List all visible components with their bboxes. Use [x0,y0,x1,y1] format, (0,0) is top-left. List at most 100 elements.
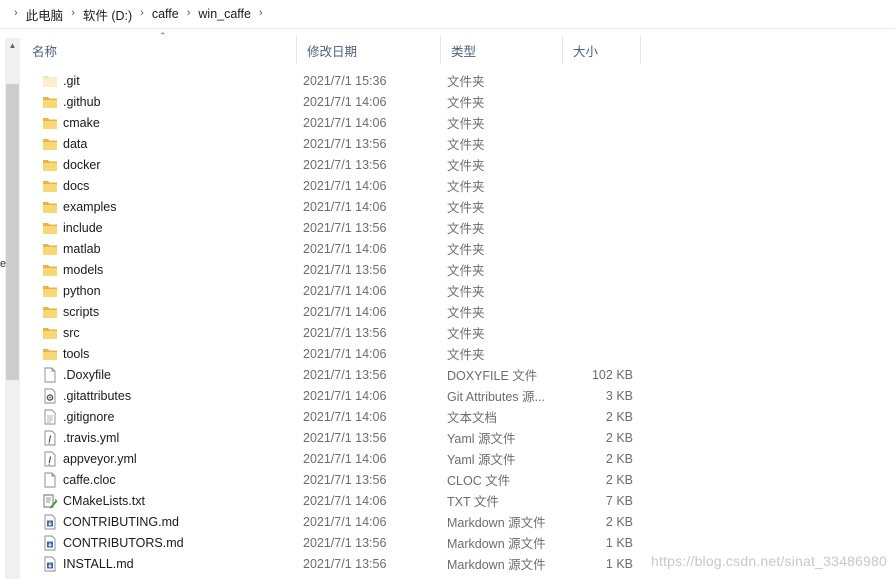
address-bar[interactable]: › 此电脑 › 软件 (D:) › caffe › win_caffe › [0,0,895,29]
file-size: 2 KB [605,430,633,445]
file-row[interactable]: CONTRIBUTING.md 2021/7/1 14:06 Markdown 源文… [22,511,633,532]
file-type: Markdown 源文件 [447,558,546,572]
file-row[interactable]: CONTRIBUTORS.md 2021/7/1 13:56 Markdown 源文… [22,532,633,553]
folder-icon [42,325,58,341]
file-name-cell: .travis.yml [22,430,297,446]
file-name: appveyor.yml [63,451,137,466]
file-row[interactable]: appveyor.yml 2021/7/1 14:06 Yaml 源文件 2 KB [22,448,633,469]
file-type: 文件夹 [447,243,485,257]
file-row[interactable]: tools 2021/7/1 14:06 文件夹 [22,343,633,364]
file-name-cell: scripts [22,304,297,320]
file-name: INSTALL.md [63,556,134,571]
file-list: .git 2021/7/1 15:36 文件夹 .github 2021/7/1 14:… [22,70,633,574]
file-date: 2021/7/1 14:06 [303,493,387,508]
file-name: .gitattributes [63,388,132,403]
folder-icon [42,346,58,362]
file-row[interactable]: INSTALL.md 2021/7/1 13:56 Markdown 源文件 1 KB [22,553,633,574]
file-size: 2 KB [605,451,633,466]
file-row[interactable]: include 2021/7/1 13:56 文件夹 [22,217,633,238]
file-row[interactable]: scripts 2021/7/1 14:06 文件夹 [22,301,633,322]
file-size: 102 KB [591,367,633,382]
file-row[interactable]: .github 2021/7/1 14:06 文件夹 [22,91,633,112]
file-name: include [63,220,103,235]
file-row[interactable]: .gitignore 2021/7/1 14:06 文本文档 2 KB [22,406,633,427]
file-row[interactable]: matlab 2021/7/1 14:06 文件夹 [22,238,633,259]
file-date: 2021/7/1 14:06 [303,451,387,466]
yaml-file-icon [42,430,58,446]
file-date: 2021/7/1 15:36 [303,73,387,88]
file-name-cell: cmake [22,115,297,131]
file-size: 3 KB [605,388,633,403]
folder-icon [42,136,58,152]
file-type: 文件夹 [447,285,485,299]
file-type: 文件夹 [447,75,485,89]
breadcrumb-this-pc[interactable]: 此电脑 [26,5,64,24]
breadcrumb-caffe[interactable]: caffe [152,7,179,21]
folder-icon [42,283,58,299]
file-type: 文件夹 [447,117,485,131]
file-name: .gitignore [63,409,115,424]
breadcrumb-win-caffe[interactable]: win_caffe [198,7,251,21]
file-row[interactable]: examples 2021/7/1 14:06 文件夹 [22,196,633,217]
file-date: 2021/7/1 13:56 [303,325,387,340]
file-date: 2021/7/1 14:06 [303,304,387,319]
file-row[interactable]: cmake 2021/7/1 14:06 文件夹 [22,112,633,133]
file-row[interactable]: .Doxyfile 2021/7/1 13:56 DOXYFILE 文件 102 KB [22,364,633,385]
chevron-right-icon[interactable]: › [187,7,191,19]
file-row[interactable]: CMakeLists.txt 2021/7/1 14:06 TXT 文件 7 KB [22,490,633,511]
file-date: 2021/7/1 13:56 [303,556,387,571]
file-type: 文件夹 [447,159,485,173]
file-name-cell: CONTRIBUTING.md [22,514,297,530]
file-name: CONTRIBUTING.md [63,514,179,529]
file-name: .travis.yml [63,430,120,445]
file-row[interactable]: python 2021/7/1 14:06 文件夹 [22,280,633,301]
chevron-right-icon[interactable]: › [140,7,144,19]
file-row[interactable]: docker 2021/7/1 13:56 文件夹 [22,154,633,175]
file-name-cell: python [22,283,297,299]
file-name-cell: caffe.cloc [22,472,297,488]
file-row[interactable]: .travis.yml 2021/7/1 13:56 Yaml 源文件 2 KB [22,427,633,448]
file-name-cell: tools [22,346,297,362]
file-type: 文本文档 [447,411,498,425]
file-type: 文件夹 [447,180,485,194]
chevron-right-icon[interactable]: › [259,7,263,19]
file-name-cell: src [22,325,297,341]
column-header-type[interactable]: 类型 [441,36,563,64]
file-type: Yaml 源文件 [447,432,516,446]
file-name: caffe.cloc [63,472,116,487]
folder-faded-icon [42,73,58,89]
file-date: 2021/7/1 14:06 [303,514,387,529]
file-size: 2 KB [605,472,633,487]
chevron-right-icon[interactable]: › [71,7,75,19]
file-name-cell: data [22,136,297,152]
chevron-right-icon[interactable]: › [14,7,18,19]
file-row[interactable]: models 2021/7/1 13:56 文件夹 [22,259,633,280]
breadcrumb-drive-d[interactable]: 软件 (D:) [83,5,132,24]
file-name-cell: matlab [22,241,297,257]
file-row[interactable]: src 2021/7/1 13:56 文件夹 [22,322,633,343]
file-row[interactable]: .git 2021/7/1 15:36 文件夹 [22,70,633,91]
file-row[interactable]: caffe.cloc 2021/7/1 13:56 CLOC 文件 2 KB [22,469,633,490]
nav-scrollbar-thumb[interactable] [6,84,19,380]
file-size: 2 KB [605,514,633,529]
file-date: 2021/7/1 14:06 [303,241,387,256]
file-date: 2021/7/1 14:06 [303,283,387,298]
column-header-name[interactable]: 名称 [22,36,297,64]
file-type: Markdown 源文件 [447,537,546,551]
file-type: 文件夹 [447,222,485,236]
file-type: Yaml 源文件 [447,453,516,467]
yaml-file-icon [42,451,58,467]
folder-icon [42,220,58,236]
folder-icon [42,115,58,131]
markdown-file-icon [42,514,58,530]
file-row[interactable]: .gitattributes 2021/7/1 14:06 Git Attribut… [22,385,633,406]
column-header-date[interactable]: 修改日期 [297,36,441,64]
file-name-cell: .Doxyfile [22,367,297,383]
column-header-size[interactable]: 大小 [563,36,641,64]
watermark: https://blog.csdn.net/sinat_33486980 [650,553,887,569]
file-row[interactable]: docs 2021/7/1 14:06 文件夹 [22,175,633,196]
file-row[interactable]: data 2021/7/1 13:56 文件夹 [22,133,633,154]
scroll-up-arrow-icon[interactable]: ▲ [5,38,20,53]
file-name: .github [63,94,101,109]
txt-edit-icon [42,493,58,509]
